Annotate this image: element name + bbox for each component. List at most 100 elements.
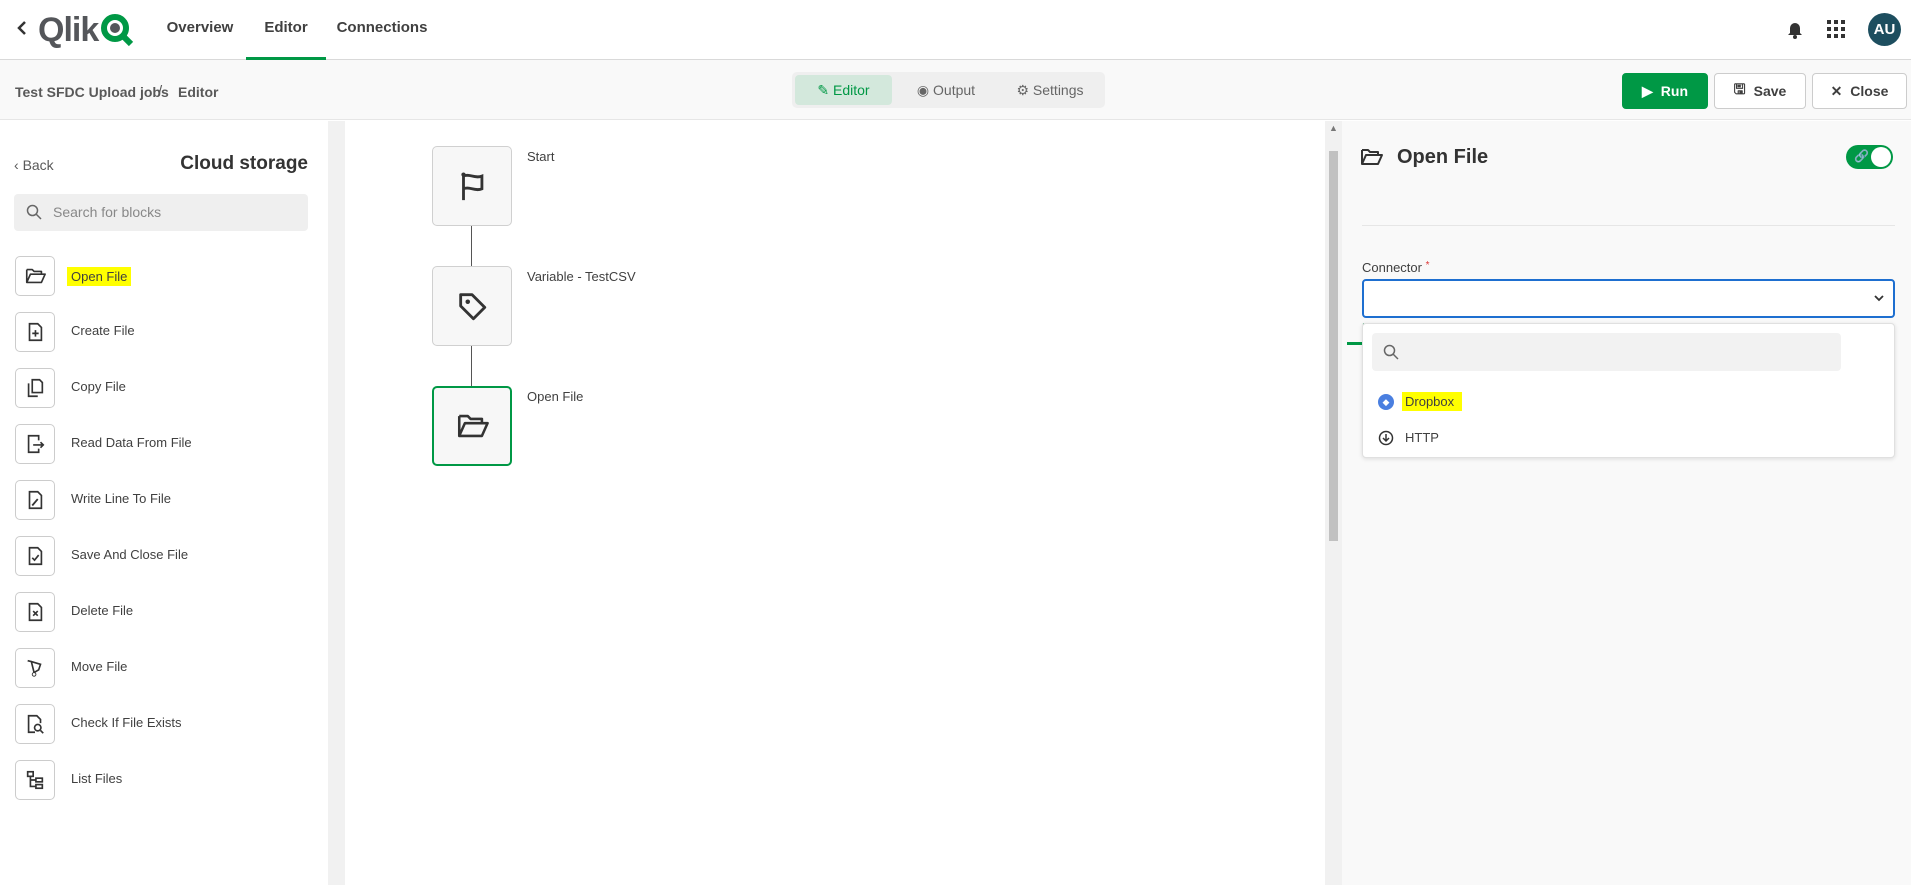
list-tree-icon: [15, 760, 55, 800]
folder-open-icon: [455, 409, 489, 443]
apps-grid-icon[interactable]: [1827, 20, 1845, 38]
eye-icon: ◉: [916, 82, 934, 98]
gear-icon: ⚙: [1016, 82, 1033, 98]
search-icon: [26, 204, 42, 220]
block-search-input[interactable]: Search for blocks: [14, 194, 308, 231]
close-icon: ✕: [1830, 82, 1843, 99]
option-http[interactable]: HTTP: [1363, 424, 1894, 454]
search-icon: [1383, 344, 1399, 360]
block-item[interactable]: Create File: [15, 312, 315, 352]
panel-title: Open File: [1397, 146, 1489, 168]
block-item[interactable]: Check If File Exists: [15, 704, 315, 744]
scroll-up-icon[interactable]: ▲: [1329, 123, 1338, 133]
file-search-icon: [15, 704, 55, 744]
file-delete-icon: [15, 592, 55, 632]
option-label: HTTP: [1405, 430, 1439, 445]
block-item[interactable]: Move File: [15, 648, 315, 688]
view-output-label: Output: [933, 82, 976, 98]
link-icon: 🔗: [1854, 149, 1869, 163]
connector-label: Connector *: [1362, 260, 1430, 275]
nav-tab-connections[interactable]: Connections: [332, 0, 432, 60]
node-connector: [471, 346, 472, 386]
qlik-logo[interactable]: Qlik: [38, 10, 134, 50]
flow-node[interactable]: [432, 266, 512, 346]
back-chevron-icon[interactable]: [16, 18, 28, 38]
file-plus-icon: [15, 312, 55, 352]
save-button[interactable]: 🖫 Save: [1714, 73, 1806, 109]
back-label: Back: [22, 157, 54, 173]
option-label: Dropbox: [1402, 392, 1463, 411]
breadcrumb-project[interactable]: Test SFDC Upload jobs: [15, 84, 169, 100]
canvas-scrollbar[interactable]: ▲: [1325, 121, 1342, 885]
flow-node-label: Start: [527, 149, 555, 164]
block-item-label: Create File: [71, 323, 135, 338]
block-item-label: Open File: [67, 267, 132, 286]
folder-open-icon: [15, 256, 55, 296]
block-item[interactable]: Read Data From File: [15, 424, 315, 464]
view-toggle: ✎ Editor ◉ Output ⚙ Settings: [792, 72, 1105, 108]
block-config-panel: Open File 🔗 InputsSettingsConnectionHist…: [1342, 121, 1911, 885]
move-icon: [15, 648, 55, 688]
tag-icon: [455, 289, 489, 323]
required-mark: *: [1425, 260, 1430, 271]
connector-dropdown: ◆ Dropbox HTTP: [1362, 323, 1895, 458]
sidebar-title: Cloud storage: [180, 153, 308, 174]
nav-tab-overview[interactable]: Overview: [160, 0, 240, 60]
close-label: Close: [1850, 83, 1889, 99]
download-icon: [1378, 430, 1394, 446]
run-button[interactable]: ▶ Run: [1622, 73, 1708, 109]
flow-canvas[interactable]: [345, 121, 1325, 885]
view-settings-label: Settings: [1032, 82, 1084, 98]
block-item[interactable]: Write Line To File: [15, 480, 315, 520]
option-dropbox[interactable]: ◆ Dropbox: [1363, 388, 1894, 418]
play-icon: ▶: [1642, 82, 1653, 99]
connector-select[interactable]: [1362, 279, 1895, 318]
toggle-knob: [1871, 147, 1891, 167]
file-export-icon: [15, 424, 55, 464]
save-label: Save: [1753, 83, 1787, 99]
search-placeholder: Search for blocks: [53, 204, 162, 220]
block-item-label: Write Line To File: [71, 491, 171, 506]
flow-node[interactable]: [432, 386, 512, 466]
save-icon: 🖫: [1733, 81, 1746, 97]
folder-open-icon: [1360, 147, 1384, 167]
view-settings-button[interactable]: ⚙ Settings: [1000, 75, 1100, 105]
block-sidebar: ‹ Back Cloud storage Search for blocks O…: [0, 121, 328, 885]
close-button[interactable]: ✕ Close: [1812, 73, 1907, 109]
block-item-label: Save And Close File: [71, 547, 189, 562]
view-editor-label: Editor: [833, 82, 870, 98]
block-enabled-toggle[interactable]: 🔗: [1846, 145, 1893, 169]
file-check-icon: [15, 536, 55, 576]
block-item-label: Delete File: [71, 603, 134, 618]
view-output-button[interactable]: ◉ Output: [896, 75, 996, 105]
sidebar-scrollbar[interactable]: [328, 121, 345, 885]
breadcrumb-separator: /: [158, 83, 163, 100]
block-item[interactable]: Save And Close File: [15, 536, 315, 576]
flow-node[interactable]: [432, 146, 512, 226]
bell-icon[interactable]: [1786, 19, 1804, 39]
file-edit-icon: [15, 480, 55, 520]
flag-icon: [455, 169, 489, 203]
block-item[interactable]: Delete File: [15, 592, 315, 632]
back-link[interactable]: ‹ Back: [14, 157, 54, 173]
flow-node-label: Variable - TestCSV: [527, 269, 636, 284]
block-item[interactable]: Copy File: [15, 368, 315, 408]
node-connector: [471, 226, 472, 266]
connector-label-text: Connector: [1362, 260, 1422, 275]
copy-icon: [15, 368, 55, 408]
run-label: Run: [1660, 83, 1688, 99]
dropdown-search-input[interactable]: [1372, 333, 1841, 371]
tabs-divider: [1362, 225, 1895, 226]
scrollbar-thumb[interactable]: [1329, 151, 1338, 541]
nav-tab-editor[interactable]: Editor: [246, 0, 326, 60]
block-item-label: Read Data From File: [71, 435, 192, 450]
user-avatar[interactable]: AU: [1868, 13, 1901, 46]
block-item-label: List Files: [71, 771, 123, 786]
block-item[interactable]: List Files: [15, 760, 315, 800]
view-editor-button[interactable]: ✎ Editor: [795, 75, 892, 105]
block-item-label: Move File: [71, 659, 128, 674]
block-item[interactable]: Open File: [15, 256, 315, 296]
top-bar: Qlik Overview Editor Connections AU: [0, 0, 1911, 60]
breadcrumb-current: Editor: [178, 84, 219, 100]
block-item-label: Copy File: [71, 379, 126, 394]
